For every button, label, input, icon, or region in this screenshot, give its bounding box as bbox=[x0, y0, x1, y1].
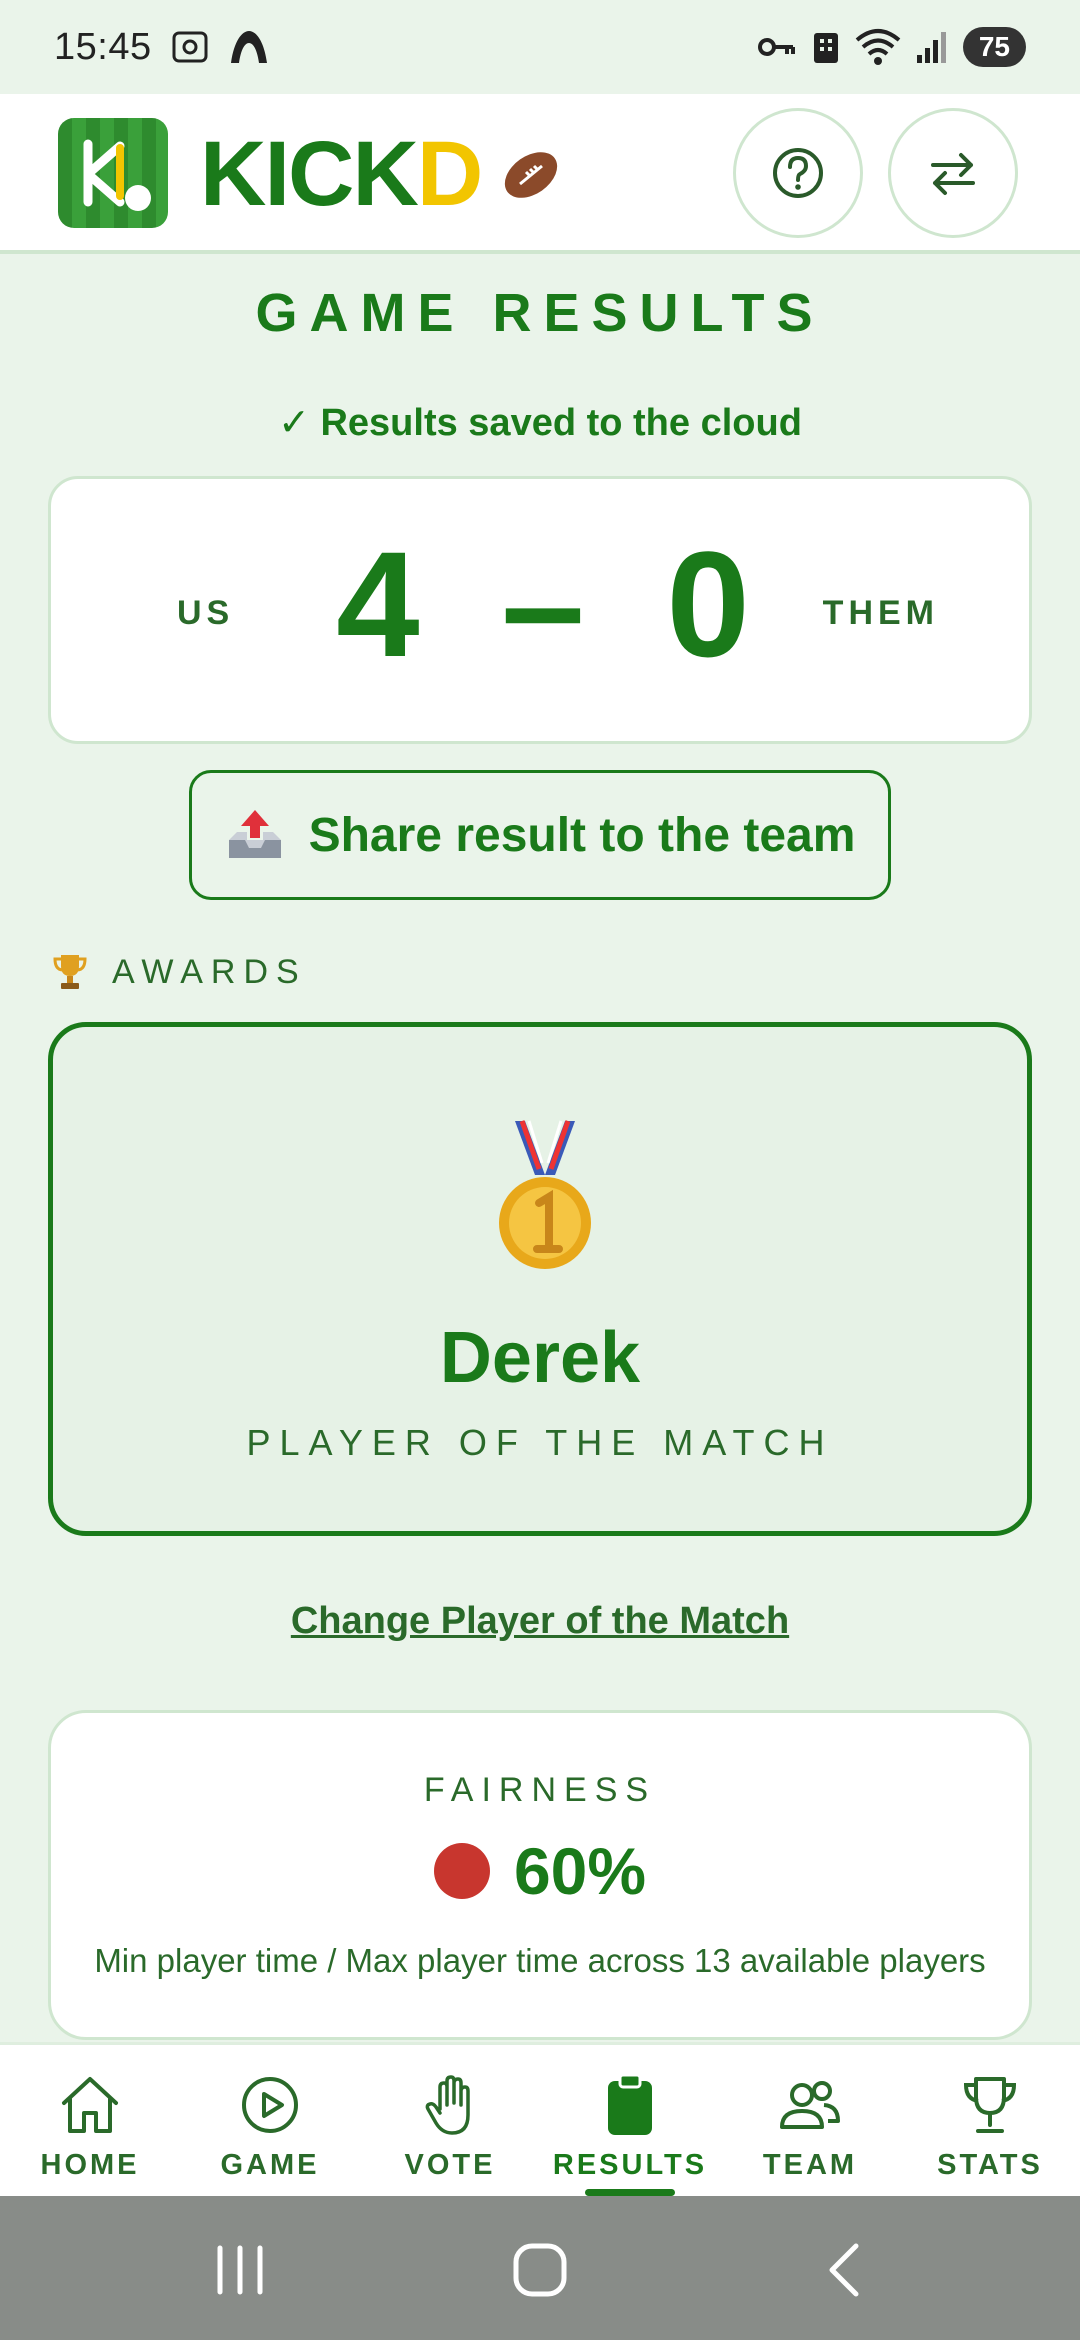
fairness-label: FAIRNESS bbox=[423, 1771, 657, 1809]
player-of-match-card: Derek PLAYER OF THE MATCH bbox=[48, 1022, 1032, 1536]
battery-indicator: 75 bbox=[962, 27, 1026, 67]
bottom-nav: HOME GAME VOTE RESULTS TEAM STATS bbox=[0, 2042, 1080, 2196]
award-title: PLAYER OF THE MATCH bbox=[246, 1422, 834, 1463]
app-notification-icon bbox=[230, 31, 267, 63]
people-icon bbox=[780, 2081, 840, 2129]
recents-icon[interactable] bbox=[210, 2242, 270, 2298]
status-bar: 15:45 75 bbox=[0, 0, 1080, 94]
swap-arrows-icon bbox=[931, 153, 975, 195]
help-button[interactable] bbox=[733, 108, 863, 238]
change-player-of-match-link[interactable]: Change Player of the Match bbox=[0, 1600, 1080, 1643]
active-tab-indicator bbox=[585, 2189, 675, 2196]
status-left: 15:45 bbox=[54, 26, 270, 69]
app-logo-icon bbox=[58, 118, 168, 228]
question-circle-icon bbox=[773, 148, 823, 198]
hand-icon bbox=[425, 2075, 470, 2135]
fairness-description: Min player time / Max player time across… bbox=[94, 1942, 986, 1979]
key-icon bbox=[757, 38, 795, 56]
nav-vote-label: VOTE bbox=[404, 2149, 496, 2181]
screenshot-icon bbox=[172, 31, 208, 63]
outbox-tray-icon bbox=[228, 810, 281, 858]
signal-icon bbox=[916, 32, 946, 63]
home-icon bbox=[62, 2077, 118, 2133]
score-separator: – bbox=[501, 520, 585, 688]
trophy-icon bbox=[53, 955, 87, 989]
share-result-button[interactable]: Share result to the team bbox=[189, 770, 891, 900]
them-label: THEM bbox=[822, 594, 939, 632]
play-circle-icon bbox=[242, 2077, 298, 2133]
saved-status-text: ✓ Results saved to the cloud bbox=[278, 402, 802, 444]
clipboard-icon bbox=[608, 2073, 652, 2135]
building-icon bbox=[813, 33, 838, 63]
home-circle-icon[interactable] bbox=[510, 2240, 570, 2300]
share-button-label: Share result to the team bbox=[308, 808, 856, 862]
fairness-row: 60% bbox=[51, 1833, 1029, 1909]
nav-results[interactable]: RESULTS bbox=[540, 2045, 720, 2196]
fairness-status-dot-icon bbox=[433, 1843, 490, 1899]
nav-team-label: TEAM bbox=[762, 2149, 858, 2181]
player-name: Derek bbox=[439, 1318, 641, 1398]
awards-label: AWARDS bbox=[112, 952, 307, 991]
football-icon bbox=[504, 152, 558, 198]
nav-team[interactable]: TEAM bbox=[720, 2045, 900, 2196]
status-time: 15:45 bbox=[54, 25, 152, 68]
switch-team-button[interactable] bbox=[888, 108, 1018, 238]
us-score: 4 bbox=[336, 520, 420, 688]
nav-stats-label: STATS bbox=[937, 2149, 1043, 2181]
nav-results-label: RESULTS bbox=[552, 2149, 708, 2181]
system-nav-bar bbox=[0, 2196, 1080, 2340]
nav-game[interactable]: GAME bbox=[180, 2045, 360, 2196]
nav-home[interactable]: HOME bbox=[0, 2045, 180, 2196]
wifi-icon bbox=[855, 29, 901, 65]
page-title: GAME RESULTS bbox=[255, 283, 825, 343]
wordmark-main: KICK bbox=[200, 123, 419, 225]
app-wordmark: KICKD bbox=[200, 123, 483, 225]
trophy-icon bbox=[963, 2077, 1017, 2133]
score-card: US 4 – 0 THEM bbox=[48, 476, 1032, 744]
back-icon[interactable] bbox=[820, 2240, 870, 2300]
fairness-value: 60% bbox=[513, 1834, 647, 1908]
wordmark-accent: D bbox=[416, 123, 483, 225]
nav-game-label: GAME bbox=[220, 2149, 320, 2181]
status-right: 75 bbox=[757, 27, 1026, 67]
nav-home-label: HOME bbox=[40, 2149, 140, 2181]
app-header: KICKD bbox=[0, 94, 1080, 254]
first-place-medal-icon bbox=[499, 1120, 591, 1269]
nav-stats[interactable]: STATS bbox=[900, 2045, 1080, 2196]
them-score: 0 bbox=[666, 520, 750, 688]
awards-section-header: AWARDS bbox=[52, 952, 307, 992]
fairness-card: FAIRNESS 60% Min player time / Max playe… bbox=[48, 1710, 1032, 2040]
nav-vote[interactable]: VOTE bbox=[360, 2045, 540, 2196]
